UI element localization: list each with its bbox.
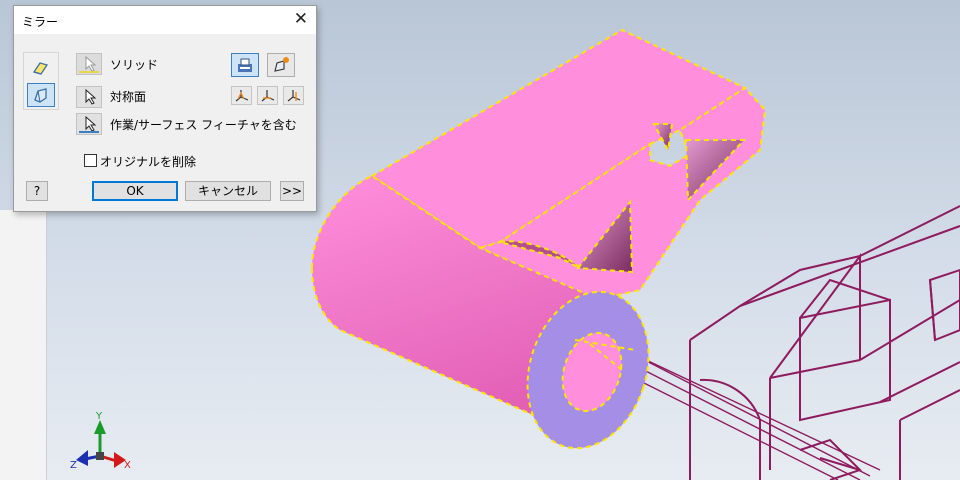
adjust-method-button[interactable] — [267, 53, 295, 77]
cursor-arrow-icon — [79, 55, 99, 73]
close-button[interactable]: ✕ — [294, 9, 308, 29]
mirrored-part[interactable] — [310, 28, 767, 464]
mirror-features-icon — [32, 62, 49, 75]
y-axis-arrow-icon — [94, 420, 106, 434]
mirror-solid-icon — [34, 88, 47, 103]
solid-select-button[interactable] — [76, 53, 102, 75]
work-surface-select-button[interactable] — [76, 113, 102, 135]
axis-z-label: Z — [70, 460, 77, 471]
plane-xz-button[interactable] — [257, 86, 278, 105]
dialog-title: ミラー — [22, 15, 59, 29]
plane-xz-icon — [261, 90, 275, 102]
mirror-solid-button[interactable] — [27, 83, 55, 107]
axis-x-label: X — [124, 460, 131, 471]
symmetry-plane-select-button[interactable] — [76, 86, 102, 108]
plane-xy-button[interactable] — [231, 86, 252, 105]
cursor-arrow-icon — [85, 88, 97, 105]
dialog-titlebar[interactable]: ミラー ✕ — [14, 6, 316, 34]
more-options-button[interactable]: >> — [280, 181, 304, 201]
adjust-to-model-icon — [274, 57, 289, 72]
z-axis-arrow-icon — [76, 450, 88, 466]
sketch-wireframe — [689, 205, 960, 480]
axis-y-label: Y — [95, 411, 103, 422]
delete-original-label: オリジナルを削除 — [100, 155, 197, 169]
solid-label: ソリッド — [110, 58, 159, 72]
ok-button[interactable]: OK — [92, 181, 178, 201]
delete-original-checkbox[interactable] — [84, 154, 97, 167]
mirror-mode-group — [23, 52, 59, 110]
cancel-button[interactable]: キャンセル — [185, 181, 271, 201]
work-surface-label: 作業/サーフェス フィーチャを含む — [110, 118, 297, 132]
axis-triad[interactable]: Y X Z — [70, 411, 131, 471]
cursor-arrow-icon — [79, 115, 99, 133]
mirror-dialog: ミラー ✕ ソリッド 対称面 作業/サーフェス フィーチャを含む オリジナルを削… — [13, 5, 317, 212]
help-icon: ? — [33, 184, 41, 198]
mirror-features-button[interactable] — [27, 57, 53, 79]
identical-method-button[interactable] — [231, 53, 259, 77]
plane-yz-icon — [287, 90, 301, 102]
help-button[interactable]: ? — [26, 181, 48, 201]
symmetry-plane-label: 対称面 — [110, 90, 147, 104]
plane-xy-icon — [235, 90, 249, 102]
plane-yz-button[interactable] — [283, 86, 304, 105]
printer-mode-icon — [238, 58, 252, 72]
